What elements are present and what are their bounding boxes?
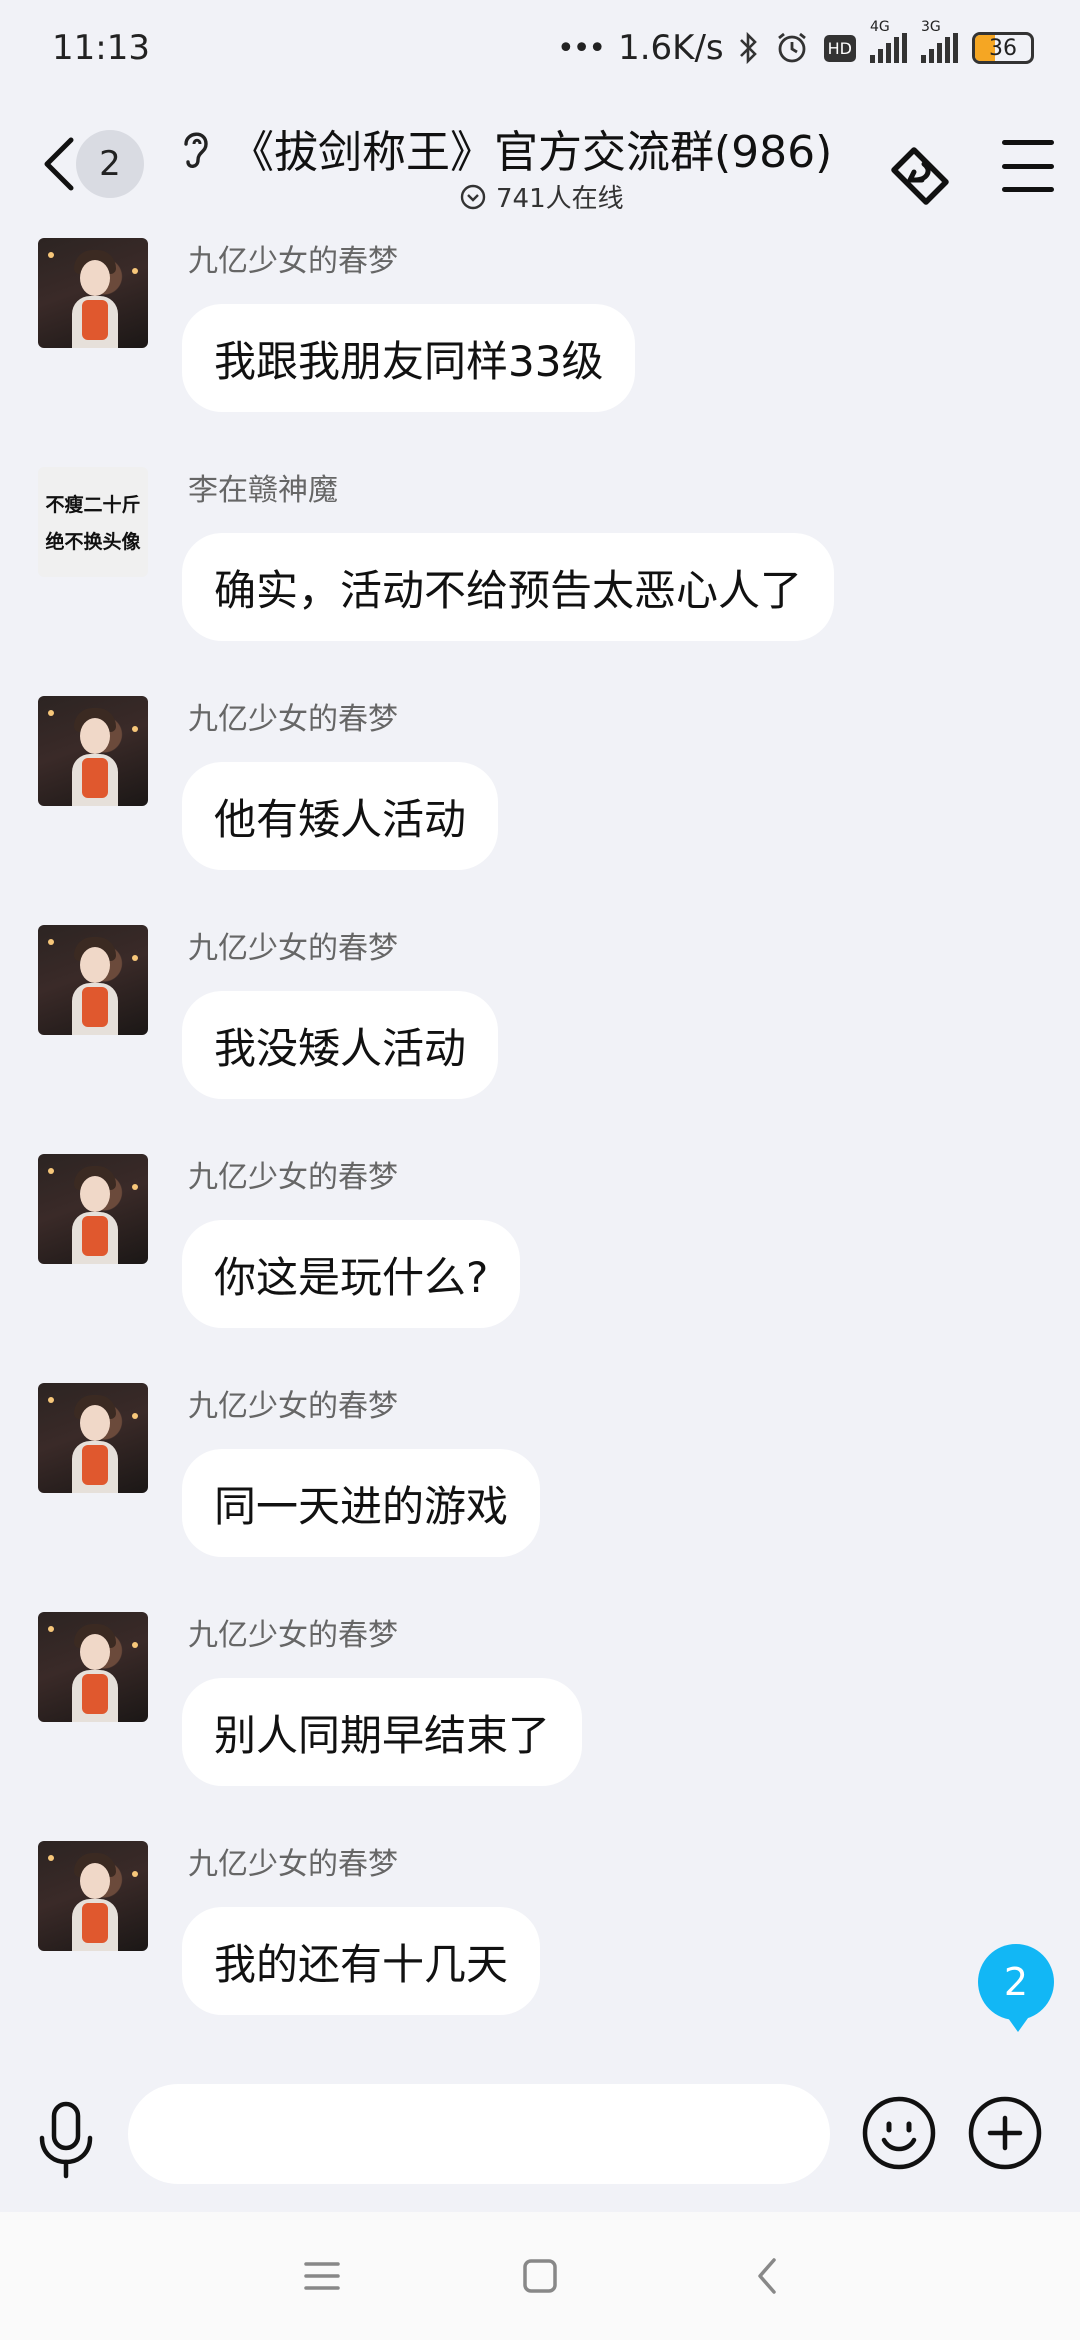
recent-apps-icon[interactable]	[298, 2252, 346, 2300]
alarm-icon	[777, 32, 806, 63]
transfer-icon[interactable]	[884, 136, 956, 208]
list-item: 九亿少女的春梦 别人同期早结束了	[0, 1610, 1080, 1810]
avatar[interactable]	[38, 1154, 148, 1264]
back-nav-icon[interactable]	[744, 2252, 792, 2300]
chevron-circle-icon	[460, 184, 486, 209]
menu-icon[interactable]	[1002, 140, 1054, 192]
message-input[interactable]	[128, 2084, 830, 2184]
message-bubble[interactable]: 别人同期早结束了	[182, 1678, 583, 1786]
chevron-left-icon	[44, 137, 74, 191]
avatar[interactable]	[38, 238, 148, 348]
sender-name[interactable]: 李在赣神魔	[188, 465, 338, 509]
list-item: 九亿少女的春梦 我没矮人活动	[0, 923, 1080, 1123]
unread-count-badge[interactable]: 2	[76, 130, 144, 198]
list-item: 九亿少女的春梦 我跟我朋友同样33级	[0, 236, 1080, 436]
chat-header: 2 《拔剑称王》官方交流群(986) 741人在线	[0, 96, 1080, 236]
status-bar: 11:13 ••• 1.6K/s HD 4G 3G 36	[0, 0, 1080, 96]
avatar[interactable]	[38, 1841, 148, 1951]
group-title: 《拔剑称王》官方交流群(986)	[230, 127, 833, 178]
hd-icon: HD	[823, 34, 856, 62]
title-row[interactable]: 《拔剑称王》官方交流群(986)	[176, 116, 876, 180]
avatar[interactable]: 不瘦二十斤 绝不换头像	[38, 467, 148, 577]
avatar-text: 不瘦二十斤	[45, 494, 141, 516]
sender-name[interactable]: 九亿少女的春梦	[188, 1152, 398, 1196]
net-speed: 1.6K/s	[618, 28, 724, 68]
sender-name[interactable]: 九亿少女的春梦	[188, 1610, 398, 1654]
list-item: 不瘦二十斤 绝不换头像 李在赣神魔 确实，活动不给预告太恶心人了	[0, 465, 1080, 665]
status-time: 11:13	[52, 28, 150, 68]
bluetooth-icon	[739, 31, 757, 65]
message-bubble[interactable]: 同一天进的游戏	[182, 1449, 541, 1557]
list-item: 九亿少女的春梦 同一天进的游戏	[0, 1381, 1080, 1581]
online-count-label: 741人在线	[496, 184, 624, 214]
message-bubble[interactable]: 我的还有十几天	[182, 1907, 541, 2015]
avatar[interactable]	[38, 1612, 148, 1722]
list-item: 九亿少女的春梦 你这是玩什么?	[0, 1152, 1080, 1352]
sender-name[interactable]: 九亿少女的春梦	[188, 236, 398, 280]
battery-icon: 36	[972, 32, 1034, 64]
system-nav-bar	[0, 2212, 1080, 2340]
list-item: 九亿少女的春梦 我的还有十几天	[0, 1839, 1080, 2039]
message-bubble[interactable]: 他有矮人活动	[182, 762, 499, 870]
new-messages-badge[interactable]: 2	[978, 1944, 1054, 2032]
status-icons: ••• 1.6K/s HD 4G 3G 36	[557, 19, 1034, 68]
sender-name[interactable]: 九亿少女的春梦	[188, 923, 398, 967]
ear-icon	[184, 132, 208, 168]
dots-icon: •••	[557, 30, 606, 66]
sender-name[interactable]: 九亿少女的春梦	[188, 1381, 398, 1425]
signal-3g-icon: 3G	[921, 19, 958, 63]
avatar[interactable]	[38, 1383, 148, 1493]
message-bubble[interactable]: 你这是玩什么?	[182, 1220, 521, 1328]
online-count[interactable]: 741人在线	[460, 178, 624, 215]
sender-name[interactable]: 九亿少女的春梦	[188, 1839, 398, 1883]
battery-level: 36	[989, 35, 1017, 61]
message-bubble[interactable]: 我没矮人活动	[182, 991, 499, 1099]
sender-name[interactable]: 九亿少女的春梦	[188, 694, 398, 738]
message-bubble[interactable]: 确实，活动不给预告太恶心人了	[182, 533, 835, 641]
avatar-text: 绝不换头像	[45, 531, 141, 553]
input-bar	[0, 2070, 1080, 2210]
list-item: 九亿少女的春梦 他有矮人活动	[0, 694, 1080, 894]
emoji-icon[interactable]	[860, 2094, 938, 2172]
avatar[interactable]	[38, 925, 148, 1035]
signal-4g-icon: 4G	[870, 19, 907, 63]
avatar[interactable]	[38, 696, 148, 806]
microphone-icon[interactable]	[34, 2100, 98, 2180]
message-bubble[interactable]: 我跟我朋友同样33级	[182, 304, 636, 412]
home-icon[interactable]	[516, 2252, 564, 2300]
plus-icon[interactable]	[966, 2094, 1044, 2172]
